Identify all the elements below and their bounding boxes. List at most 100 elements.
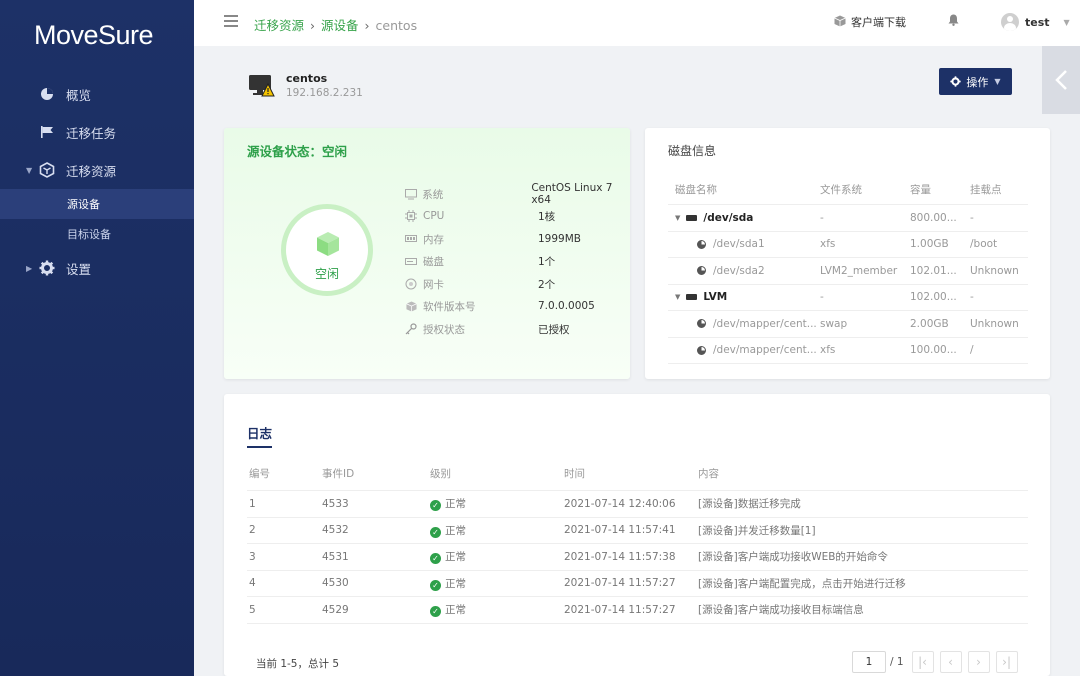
page-input[interactable]: 1 xyxy=(852,651,886,673)
chevron-left-icon xyxy=(1055,70,1067,90)
prop-value: 1999MB xyxy=(538,233,581,245)
package-icon xyxy=(834,15,846,30)
sidebar-item-migration-resources[interactable]: ▼ 迁移资源 xyxy=(0,155,194,185)
log-content: [源设备]客户端配置完成，点击开始进行迁移 xyxy=(698,577,906,590)
menu-toggle-icon[interactable] xyxy=(224,15,238,27)
column-header: 文件系统 xyxy=(820,184,862,196)
log-no: 4 xyxy=(249,577,256,590)
disk-icon xyxy=(686,214,698,221)
log-event-id: 4529 xyxy=(322,603,349,616)
first-page-icon[interactable]: |‹ xyxy=(911,651,934,673)
log-no: 3 xyxy=(249,550,256,563)
sidebar-item-label: 迁移任务 xyxy=(66,125,117,141)
breadcrumb-separator: › xyxy=(364,18,370,33)
table-row[interactable]: /dev/mapper/cent... swap 2.00GB Unknown xyxy=(668,311,1028,338)
column-header: 事件ID xyxy=(322,467,355,480)
expand-toggle-icon[interactable]: ▼ xyxy=(675,214,680,222)
disk-name: /dev/sda1 xyxy=(713,238,765,251)
breadcrumb-link-source-device[interactable]: 源设备 xyxy=(321,18,359,33)
sidebar-item-migration-tasks[interactable]: 迁移任务 xyxy=(0,117,194,147)
disk-fs: xfs xyxy=(820,238,836,251)
table-header: 磁盘名称 文件系统 容量 挂载点 xyxy=(668,175,1028,205)
table-row[interactable]: 4 4530 ✓ 正常 2021-07-14 11:57:27 [源设备]客户端配… xyxy=(247,571,1028,597)
table-row[interactable]: ▼ /dev/sda - 800.00... - xyxy=(668,205,1028,232)
sidebar-item-label: 概览 xyxy=(66,87,92,103)
table-row[interactable]: 5 4529 ✓ 正常 2021-07-14 11:57:27 [源设备]客户端成… xyxy=(247,597,1028,624)
column-header: 磁盘名称 xyxy=(675,184,717,196)
page-total: / 1 xyxy=(890,656,904,668)
pie-chart-icon xyxy=(38,85,56,103)
sidebar-item-target-device[interactable]: 目标设备 xyxy=(0,219,194,249)
breadcrumb-separator: › xyxy=(310,18,316,33)
disk-size: 102.00... xyxy=(910,291,957,304)
disk-mount: Unknown xyxy=(970,264,1019,277)
last-page-icon[interactable]: ›| xyxy=(995,651,1018,673)
disk-size: 102.01... xyxy=(910,264,957,277)
disk-size: 1.00GB xyxy=(910,238,949,251)
expand-toggle-icon[interactable]: ▼ xyxy=(675,293,680,301)
table-row[interactable]: /dev/mapper/cent... xfs 100.00... / xyxy=(668,338,1028,364)
prop-row-memory: 内存 1999MB xyxy=(404,229,581,249)
table-row[interactable]: 2 4532 ✓ 正常 2021-07-14 11:57:41 [源设备]并发迁移… xyxy=(247,518,1028,544)
tab-log[interactable]: 日志 xyxy=(247,423,272,442)
log-event-id: 4533 xyxy=(322,497,349,510)
prop-row-os: 系统 CentOS Linux 7 x64 xyxy=(404,182,630,206)
panel-collapse-button[interactable] xyxy=(1042,46,1080,114)
disk-name: /dev/mapper/cent... xyxy=(713,344,817,357)
client-download-link[interactable]: 客户端下载 xyxy=(834,14,906,30)
monitor-icon xyxy=(404,187,417,201)
table-row[interactable]: /dev/sda1 xfs 1.00GB /boot xyxy=(668,232,1028,258)
package-icon xyxy=(404,299,418,313)
disk-mount: - xyxy=(970,211,974,224)
table-row[interactable]: /dev/sda2 LVM2_member 102.01... Unknown xyxy=(668,258,1028,285)
pagination-info: 当前 1-5，总计 5 xyxy=(256,658,340,670)
breadcrumb-current: centos xyxy=(375,18,418,33)
breadcrumb-link-resources[interactable]: 迁移资源 xyxy=(254,18,304,33)
log-time: 2021-07-14 11:57:27 xyxy=(564,577,676,590)
prop-value: 1个 xyxy=(538,255,556,268)
prop-key: CPU xyxy=(423,210,445,222)
sidebar-item-settings[interactable]: ▶ 设置 xyxy=(0,253,194,283)
sidebar-item-source-device[interactable]: 源设备 xyxy=(0,189,194,219)
nic-icon xyxy=(404,277,418,291)
log-content: [源设备]客户端成功接收WEB的开始命令 xyxy=(698,551,888,564)
log-event-id: 4531 xyxy=(322,550,349,563)
log-time: 2021-07-14 11:57:27 xyxy=(564,603,676,616)
gear-icon xyxy=(38,259,56,277)
operation-button[interactable]: 操作 ▼ xyxy=(939,68,1012,95)
prop-row-version: 软件版本号 7.0.0.0005 xyxy=(404,296,595,316)
column-header: 时间 xyxy=(564,467,585,480)
check-circle-icon: ✓ xyxy=(430,526,441,538)
log-event-id: 4530 xyxy=(322,577,349,590)
partition-icon xyxy=(697,319,706,329)
log-card: 日志 编号 事件ID 级别 时间 内容 1 4533 ✓ 正常 2021-07-1… xyxy=(224,394,1050,676)
log-content: [源设备]客户端成功接收目标端信息 xyxy=(698,604,864,617)
disk-fs: xfs xyxy=(820,344,836,357)
prev-page-icon[interactable]: ‹ xyxy=(939,651,962,673)
check-circle-icon: ✓ xyxy=(430,606,441,618)
prop-row-nic: 网卡 2个 xyxy=(404,274,555,294)
avatar xyxy=(1001,13,1019,31)
user-menu[interactable]: test ▼ xyxy=(1001,13,1070,31)
sidebar-item-label: 迁移资源 xyxy=(66,163,117,179)
sidebar-item-overview[interactable]: 概览 xyxy=(0,79,194,109)
device-ip: 192.168.2.231 xyxy=(286,87,363,99)
bell-icon[interactable] xyxy=(948,14,959,26)
table-row[interactable]: 1 4533 ✓ 正常 2021-07-14 12:40:06 [源设备]数据迁移… xyxy=(247,491,1028,518)
prop-value: 已授权 xyxy=(538,323,570,336)
disk-icon xyxy=(404,254,418,268)
table-row[interactable]: ▼ LVM - 102.00... - xyxy=(668,285,1028,311)
log-table: 编号 事件ID 级别 时间 内容 1 4533 ✓ 正常 2021-07-14 1… xyxy=(247,456,1028,624)
log-level: ✓ 正常 xyxy=(430,549,564,565)
prop-value: 2个 xyxy=(538,278,556,291)
disk-table: 磁盘名称 文件系统 容量 挂载点 ▼ /dev/sda - 800.00... -… xyxy=(668,175,1028,364)
next-page-icon[interactable]: › xyxy=(967,651,990,673)
disk-fs: LVM2_member xyxy=(820,264,898,277)
prop-key: 网卡 xyxy=(423,278,444,291)
disk-size: 2.00GB xyxy=(910,317,949,330)
prop-key: 系统 xyxy=(422,188,444,201)
log-no: 5 xyxy=(249,603,256,616)
disk-size: 800.00... xyxy=(910,211,957,224)
table-row[interactable]: 3 4531 ✓ 正常 2021-07-14 11:57:38 [源设备]客户端成… xyxy=(247,544,1028,571)
disk-icon xyxy=(686,294,698,301)
